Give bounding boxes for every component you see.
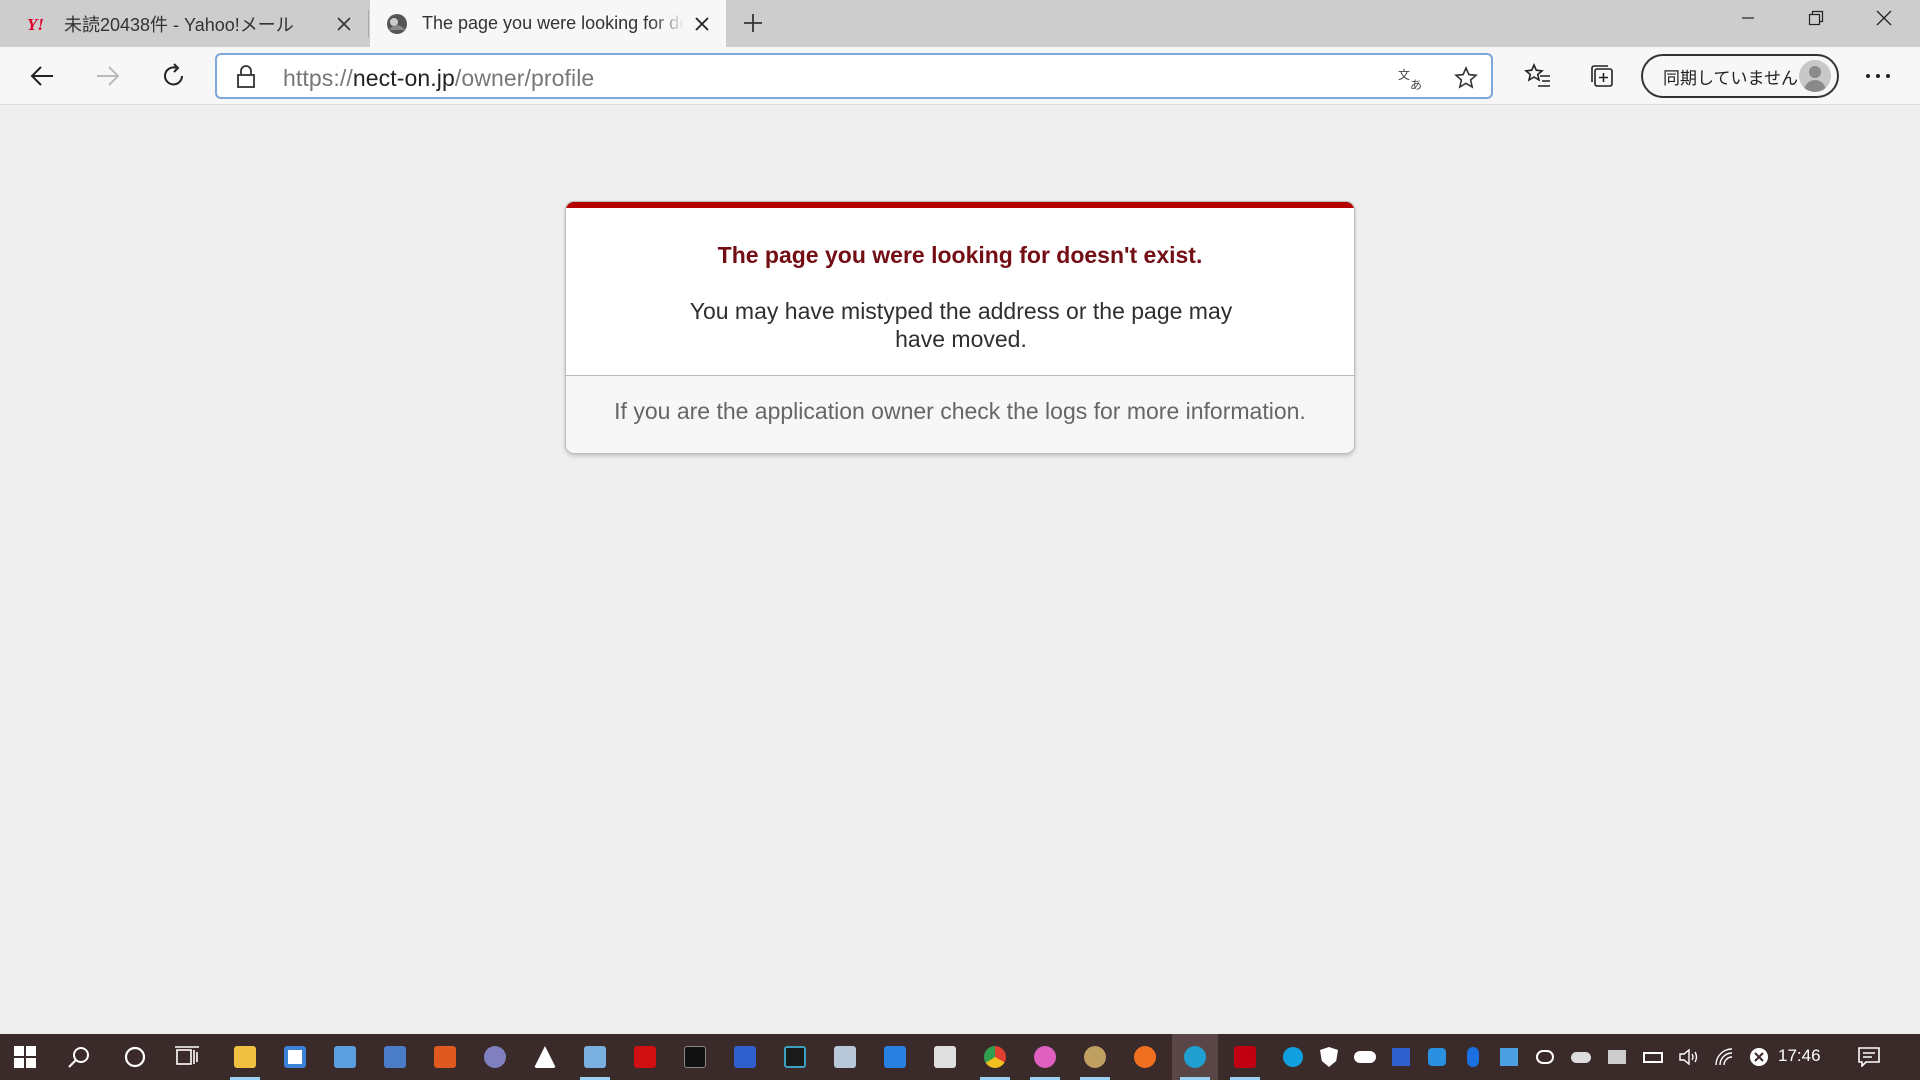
profile-sync-button[interactable]: 同期していません [1641, 54, 1839, 98]
app-tray-icon[interactable] [1420, 1034, 1454, 1080]
edge-icon[interactable] [1172, 1034, 1218, 1080]
terminal-icon[interactable] [672, 1034, 718, 1080]
error-message: You may have mistyped the address or the… [689, 298, 1233, 352]
app-icon[interactable] [772, 1034, 818, 1080]
url-scheme: https:// [283, 65, 353, 91]
app-icon[interactable] [372, 1034, 418, 1080]
start-button[interactable] [2, 1034, 48, 1080]
tab-title: 未読20438件 - Yahoo!メール [64, 14, 294, 35]
address-bar[interactable]: https://nect-on.jp/owner/profile 文あ [215, 53, 1493, 99]
cloud-icon[interactable] [1564, 1034, 1598, 1080]
favorites-icon[interactable] [1518, 56, 1558, 96]
taskbar-clock[interactable]: 17:46 [1778, 1046, 1821, 1066]
close-window-button[interactable] [1852, 0, 1916, 36]
chrome-icon[interactable] [972, 1034, 1018, 1080]
bluetooth-icon[interactable] [1456, 1034, 1490, 1080]
url-text[interactable]: https://nect-on.jp/owner/profile [283, 65, 594, 92]
lock-icon[interactable] [235, 65, 259, 89]
tab-title: The page you were looking for doesn't ex… [422, 13, 684, 33]
app-icon[interactable] [572, 1034, 618, 1080]
forward-button[interactable] [88, 56, 128, 96]
error-card-body: The page you were looking for doesn't ex… [566, 202, 1354, 376]
app-icon[interactable] [322, 1034, 368, 1080]
error-footer: If you are the application owner check t… [614, 398, 1306, 424]
translate-icon[interactable]: 文あ [1397, 64, 1425, 92]
wifi-icon[interactable] [1708, 1034, 1742, 1080]
search-icon[interactable] [56, 1034, 102, 1080]
file-explorer-icon[interactable] [222, 1034, 268, 1080]
restore-button[interactable] [1784, 0, 1848, 36]
app-tray-icon[interactable] [1492, 1034, 1526, 1080]
network-error-icon[interactable] [1742, 1034, 1776, 1080]
tab-error-page[interactable]: The page you were looking for doesn't ex… [370, 0, 726, 47]
app-icon[interactable] [472, 1034, 518, 1080]
error-card: The page you were looking for doesn't ex… [565, 201, 1355, 454]
sync-status-label: 同期していません [1663, 68, 1798, 88]
svg-text:Y!: Y! [27, 15, 44, 33]
back-button[interactable] [22, 56, 62, 96]
itunes-icon[interactable] [1022, 1034, 1068, 1080]
mcafee-icon[interactable] [1222, 1034, 1268, 1080]
collections-icon[interactable] [1582, 56, 1622, 96]
display-icon[interactable] [1600, 1034, 1634, 1080]
notifications-icon[interactable] [1852, 1034, 1886, 1080]
yahoo-icon: Y! [26, 11, 52, 37]
app-tray-icon[interactable] [1384, 1034, 1418, 1080]
onedrive-icon[interactable] [1348, 1034, 1382, 1080]
svg-text:あ: あ [1410, 78, 1422, 90]
url-path: /owner/profile [454, 65, 595, 91]
site-icon [384, 11, 410, 37]
firefox-icon[interactable] [1122, 1034, 1168, 1080]
more-menu-icon[interactable] [1858, 56, 1898, 96]
tab-yahoo-mail[interactable]: Y! 未読20438件 - Yahoo!メール [12, 0, 368, 47]
svg-text:文: 文 [1398, 67, 1410, 82]
skype-icon[interactable] [1276, 1034, 1310, 1080]
store-icon[interactable] [272, 1034, 318, 1080]
app-icon[interactable] [422, 1034, 468, 1080]
tab-strip: Y! 未読20438件 - Yahoo!メール The page you wer… [0, 0, 1920, 47]
minimize-button[interactable] [1716, 0, 1780, 36]
taskbar: 17:46 [0, 1034, 1920, 1080]
mail-icon[interactable] [872, 1034, 918, 1080]
volume-icon[interactable] [1672, 1034, 1706, 1080]
task-view-icon[interactable] [164, 1034, 210, 1080]
close-tab-icon[interactable] [684, 6, 720, 42]
close-tab-icon[interactable] [326, 6, 362, 42]
new-tab-button[interactable] [734, 4, 772, 42]
battery-icon[interactable] [1636, 1034, 1670, 1080]
error-heading: The page you were looking for doesn't ex… [717, 242, 1203, 268]
app-icon[interactable] [1072, 1034, 1118, 1080]
app-icon[interactable] [822, 1034, 868, 1080]
cortana-icon[interactable] [112, 1034, 158, 1080]
app-icon[interactable] [722, 1034, 768, 1080]
refresh-button[interactable] [154, 56, 194, 96]
tab-divider [368, 10, 369, 37]
avatar [1799, 60, 1831, 92]
browser-toolbar: https://nect-on.jp/owner/profile 文あ 同期して… [0, 47, 1920, 105]
favorite-star-icon[interactable] [1452, 64, 1480, 92]
app-icon[interactable] [622, 1034, 668, 1080]
security-shield-icon[interactable] [1312, 1034, 1346, 1080]
url-host: nect-on.jp [352, 65, 455, 91]
app-icon[interactable] [522, 1034, 568, 1080]
app-icon[interactable] [922, 1034, 968, 1080]
app-tray-icon[interactable] [1528, 1034, 1562, 1080]
